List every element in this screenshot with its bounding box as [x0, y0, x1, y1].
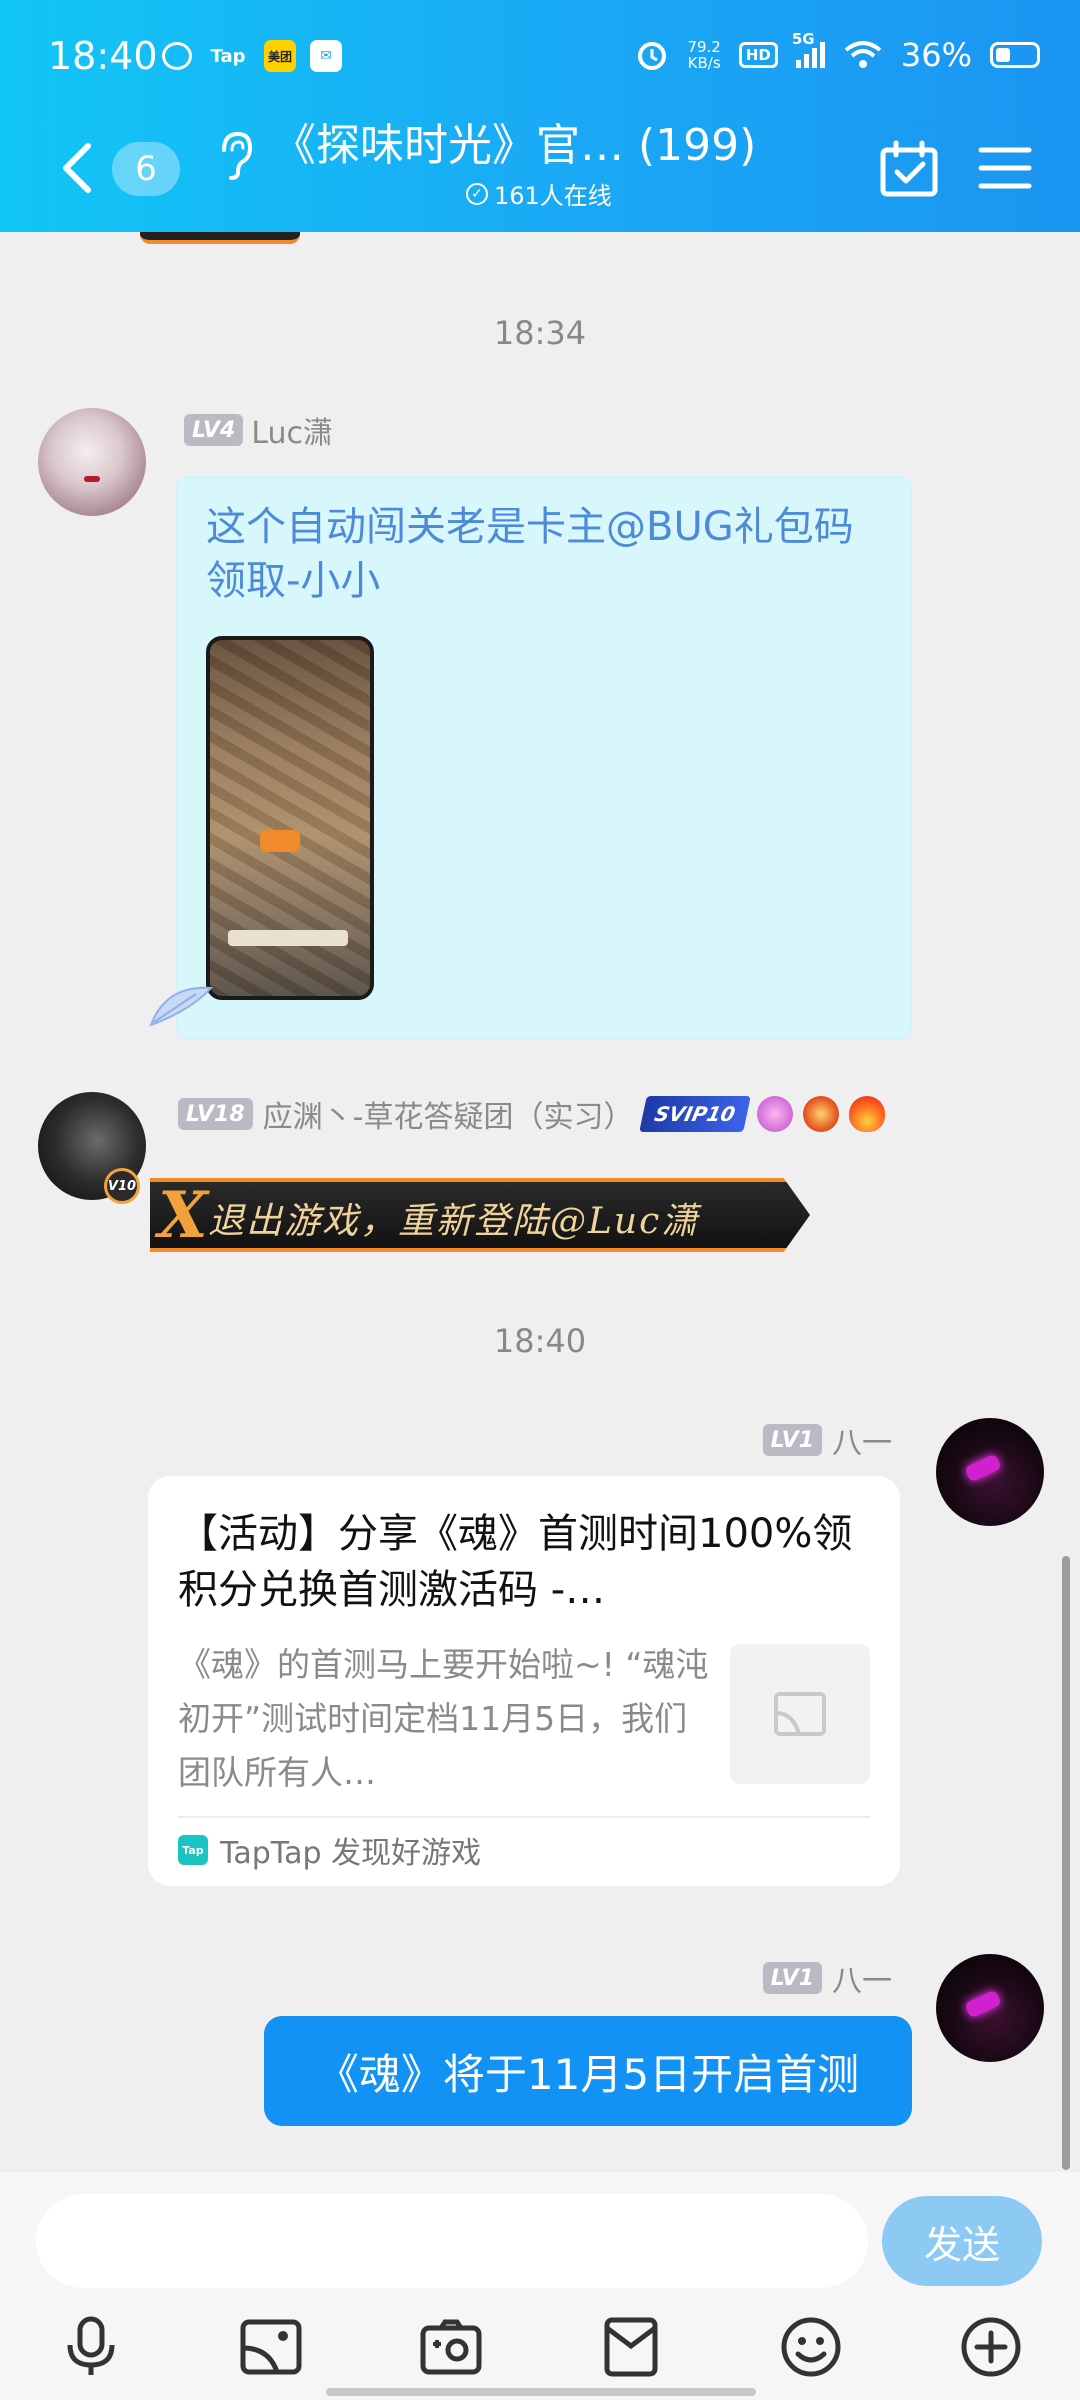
chat-message-list[interactable]: 18:34 LV4 Luc潇 这个自动闯关老是卡主@BUG礼包码领取-小小 V1…: [0, 232, 1080, 2172]
wifi-icon: [844, 41, 882, 68]
avatar-bayi[interactable]: [936, 1954, 1044, 2062]
level-badge: LV1: [762, 1962, 822, 1994]
wechat-icon: [162, 42, 192, 70]
scrollbar[interactable]: [1062, 1556, 1070, 2170]
message-text: 这个自动闯关老是卡主@BUG礼包码领取-小小: [206, 504, 854, 604]
meituan-icon: 美团: [264, 40, 296, 72]
previous-message-fragment: [140, 232, 300, 244]
sender-name[interactable]: Luc潇: [251, 408, 333, 452]
vip-level-badge: V10: [104, 1168, 140, 1204]
avatar-luc[interactable]: [38, 408, 146, 516]
net-speed: 79.2 KB/s: [687, 38, 721, 72]
card-description: 《魂》的首测马上要开始啦~! “魂沌初开”测试时间定档11月5日，我们团队所有人…: [178, 1645, 709, 1792]
group-title[interactable]: 《探味时光》官… (199): [272, 116, 756, 176]
status-app-icons: Tap 美团 ✉: [162, 40, 342, 72]
online-count: ✓ 161人在线: [466, 176, 612, 211]
feather-decoration-icon: [149, 986, 214, 1027]
x-decoration: X: [158, 1178, 208, 1253]
ear-icon[interactable]: [214, 128, 256, 184]
message-bubble-luc[interactable]: 这个自动闯关老是卡主@BUG礼包码领取-小小: [178, 478, 910, 1038]
game-screenshot-image[interactable]: [206, 636, 374, 1000]
home-indicator[interactable]: [326, 2388, 756, 2396]
card-source: Tap TapTap 发现好游戏: [178, 1828, 481, 1872]
sender-name[interactable]: 应渊丶-草花答疑团（实习）: [263, 1092, 634, 1136]
message-input[interactable]: [36, 2194, 868, 2288]
message-bubble-yingyuan[interactable]: X 退出游戏，重新登陆@Luc潇: [150, 1178, 810, 1252]
image-placeholder-icon: [774, 1692, 826, 1736]
timestamp: 18:34: [493, 314, 587, 352]
emoji-button[interactable]: [776, 2314, 846, 2380]
more-button[interactable]: [956, 2314, 1026, 2380]
red-packet-button[interactable]: [596, 2314, 666, 2380]
signal-icon: 5G: [792, 30, 825, 68]
status-time: 18:40: [48, 34, 158, 78]
plus-icon: [961, 2317, 1021, 2377]
avatar-bayi[interactable]: [936, 1418, 1044, 1526]
red-packet-icon: [604, 2317, 658, 2377]
sender-luc: LV4 Luc潇: [184, 408, 333, 452]
sender-bayi: LV1 八一: [762, 1418, 892, 1462]
card-title: 【活动】分享《魂》首测时间100%领积分兑换首测激活码 -…: [178, 1511, 853, 1613]
sender-bayi: LV1 八一: [762, 1956, 892, 2000]
camera-button[interactable]: [416, 2314, 486, 2380]
level-badge: LV18: [178, 1098, 253, 1130]
sender-name[interactable]: 八一: [832, 1418, 892, 1462]
tap-icon: Tap: [210, 45, 246, 67]
unread-count-badge[interactable]: 6: [112, 142, 180, 196]
hd-icon: HD: [738, 42, 778, 68]
battery-icon: [990, 42, 1040, 68]
card-thumbnail: [730, 1644, 870, 1784]
header: 18:40 Tap 美团 ✉ 79.2 KB/s HD 5G 36% 6 《探味时…: [0, 0, 1080, 232]
status-bar: 18:40 Tap 美团 ✉ 79.2 KB/s HD 5G 36%: [0, 0, 1080, 116]
calendar-check-icon[interactable]: [878, 138, 940, 200]
card-divider: [178, 1816, 870, 1818]
sender-yingyuan: LV18 应渊丶-草花答疑团（实习） SVIP10: [178, 1092, 886, 1136]
input-bar: 发送: [0, 2172, 1080, 2400]
check-icon: ✓: [466, 182, 488, 205]
message-bubble-bayi[interactable]: 《魂》将于11月5日开启首测: [264, 2016, 912, 2126]
level-badge: LV1: [762, 1424, 822, 1456]
image-button[interactable]: [236, 2314, 306, 2380]
back-button[interactable]: [52, 138, 102, 198]
shared-link-card[interactable]: 【活动】分享《魂》首测时间100%领积分兑换首测激活码 -… 《魂》的首测马上要…: [148, 1476, 900, 1886]
microphone-icon: [67, 2316, 115, 2375]
level-badge: LV4: [184, 414, 244, 446]
battery-percent: 36%: [900, 36, 972, 74]
emoji-icon: [781, 2317, 841, 2377]
taptap-logo-icon: Tap: [178, 1835, 208, 1865]
timestamp: 18:40: [493, 1322, 587, 1360]
camera-icon: [420, 2319, 482, 2375]
dragon-badge-icon: [803, 1096, 840, 1132]
menu-icon[interactable]: [978, 140, 1032, 196]
message-icon: ✉: [310, 40, 342, 72]
card-source-text: TapTap 发现好游戏: [220, 1836, 482, 1871]
image-icon: [240, 2319, 302, 2375]
message-text: 退出游戏，重新登陆@Luc潇: [208, 1201, 700, 1242]
status-indicators: 79.2 KB/s HD 5G 36%: [635, 30, 1040, 74]
alarm-icon: [638, 42, 667, 70]
nav-bar: 6 《探味时光》官… (199) ✓ 161人在线: [0, 116, 1080, 232]
send-button[interactable]: 发送: [882, 2196, 1042, 2286]
fire-badge-icon: [849, 1096, 886, 1132]
gem-badge-icon: [757, 1096, 794, 1132]
voice-button[interactable]: [56, 2314, 126, 2380]
svip-badge: SVIP10: [639, 1096, 752, 1132]
sender-name[interactable]: 八一: [832, 1956, 892, 2000]
